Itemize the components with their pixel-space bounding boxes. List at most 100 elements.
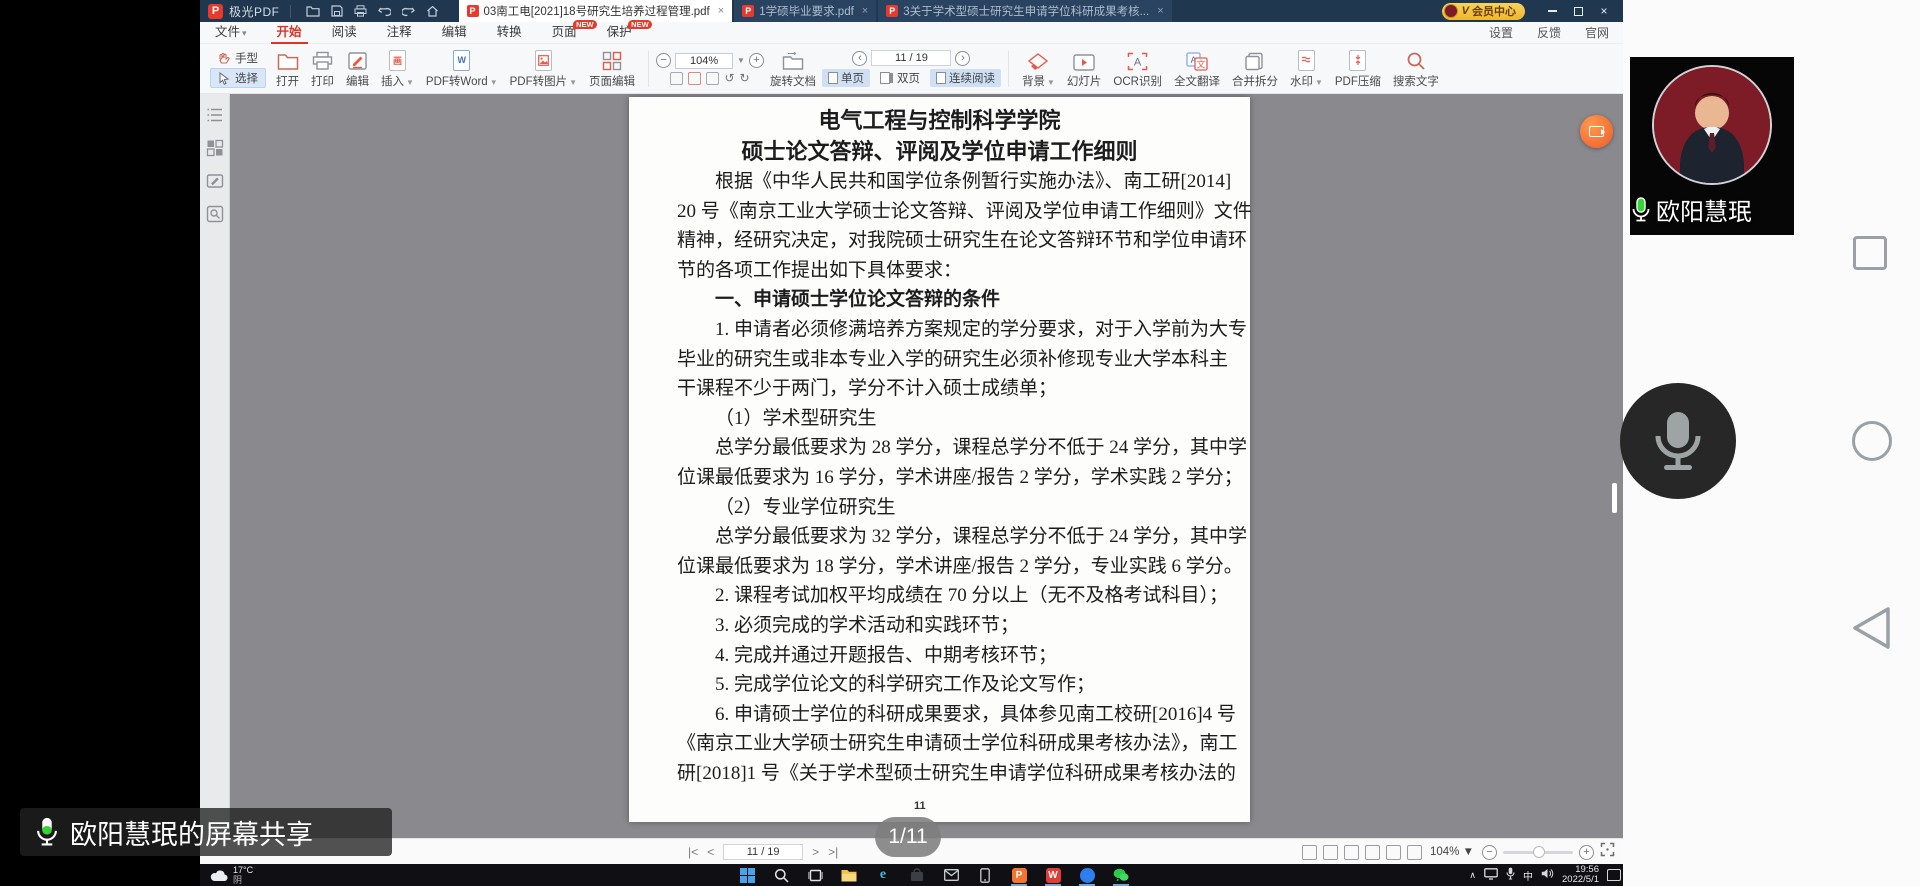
vip-member-button[interactable]: V 会员中心 — [1442, 3, 1525, 20]
tab-close-icon[interactable]: × — [862, 5, 868, 17]
continuous-view-icon[interactable] — [1365, 845, 1380, 860]
search-panel-icon[interactable] — [206, 205, 224, 223]
store-icon[interactable] — [905, 865, 929, 885]
taskbar-weather[interactable]: 17°C阴 — [210, 865, 253, 885]
ocr-button[interactable]: A OCR识别 — [1107, 47, 1168, 91]
menu-right-link[interactable]: 官网 — [1585, 24, 1609, 41]
continuous-view-button[interactable]: 连续阅读 — [930, 69, 1001, 87]
pdf-to-image-button[interactable]: PDF转图片▼ — [504, 47, 583, 91]
rotate-right-icon[interactable]: ↻ — [740, 72, 750, 84]
display-icon[interactable] — [1484, 868, 1498, 883]
participant-video-tile[interactable]: 欧阳慧珉 — [1630, 57, 1794, 235]
save-icon[interactable] — [325, 2, 349, 20]
tab-close-icon[interactable]: × — [1157, 5, 1163, 17]
previous-page-button[interactable]: < — [707, 845, 714, 859]
menu-item[interactable]: 注释 — [381, 22, 418, 44]
fit-width-icon[interactable] — [1344, 845, 1359, 860]
watermark-button[interactable]: 水印▼ — [1284, 47, 1329, 91]
wechat-icon[interactable] — [1109, 865, 1133, 885]
single-page-icon[interactable] — [1386, 845, 1401, 860]
slideshow-button[interactable]: 幻灯片 — [1061, 47, 1108, 91]
print-button[interactable]: 打印 — [305, 47, 340, 91]
actual-size-icon[interactable] — [670, 72, 683, 85]
open-button[interactable]: 打开 — [270, 47, 305, 91]
edge-browser-icon[interactable]: e — [871, 865, 895, 885]
search-icon[interactable] — [769, 865, 793, 885]
pdf-app-icon[interactable]: P — [1007, 865, 1031, 885]
menu-item[interactable]: 文件▾ — [209, 22, 253, 44]
document-tab[interactable]: P 3关于学术型硕士研究生申请学位科研成果考核... × — [878, 0, 1171, 22]
taskbar-clock[interactable]: 19:56 2022/5/1 — [1562, 865, 1599, 886]
task-view-icon[interactable] — [803, 865, 827, 885]
edit-button[interactable]: 编辑 — [340, 47, 375, 91]
menu-item[interactable]: 保护 NEW — [601, 22, 638, 44]
zoom-out-button[interactable]: − — [1482, 845, 1497, 860]
zoom-level-label[interactable]: 104% ▼ — [1430, 846, 1474, 858]
open-file-icon[interactable] — [301, 2, 325, 20]
single-page-button[interactable]: 单页 — [822, 69, 870, 87]
page-edit-button[interactable]: 页面编辑 — [583, 47, 641, 91]
merge-split-button[interactable]: 合并拆分 — [1226, 47, 1284, 91]
redo-icon[interactable] — [397, 2, 421, 20]
page-indicator-bubble[interactable]: 1/11 — [875, 817, 941, 857]
input-method-indicator[interactable]: 中 — [1523, 868, 1533, 883]
rotate-left-icon[interactable]: ↺ — [724, 72, 734, 84]
first-page-button[interactable]: |< — [688, 845, 698, 859]
phone-link-icon[interactable] — [973, 865, 997, 885]
next-page-button[interactable]: > — [812, 845, 819, 859]
thumbnails-panel-icon[interactable] — [206, 139, 224, 157]
recent-apps-button[interactable] — [1853, 236, 1887, 270]
close-button[interactable]: × — [1591, 0, 1617, 22]
next-page-button[interactable]: › — [955, 51, 970, 66]
mic-tray-icon[interactable] — [1506, 867, 1515, 883]
notification-center-icon[interactable] — [1607, 869, 1621, 881]
document-tab[interactable]: P 1学硕毕业要求.pdf × — [734, 0, 876, 22]
fit-page-icon[interactable] — [1323, 845, 1338, 860]
scrollbar-thumb[interactable] — [1612, 483, 1617, 513]
last-page-button[interactable]: >| — [828, 845, 838, 859]
actual-size-icon[interactable] — [1302, 845, 1317, 860]
zoom-in-button[interactable]: + — [1579, 845, 1594, 860]
zoom-slider[interactable] — [1503, 851, 1573, 854]
tab-close-icon[interactable]: × — [718, 5, 724, 17]
mail-icon[interactable] — [939, 865, 963, 885]
search-text-button[interactable]: 搜索文字 — [1387, 47, 1445, 91]
chevron-down-icon[interactable]: ▼ — [737, 56, 745, 65]
volume-icon[interactable] — [1541, 868, 1554, 882]
menu-item[interactable]: 开始 — [271, 22, 308, 44]
maximize-button[interactable] — [1565, 0, 1591, 22]
hidden-icons-chevron[interactable]: ∧ — [1469, 870, 1476, 881]
menu-item[interactable]: 页面 NEW — [546, 22, 583, 44]
hand-tool-button[interactable]: 手型 — [210, 49, 266, 67]
wps-icon[interactable]: W — [1041, 865, 1065, 885]
zoom-slider-knob[interactable] — [1533, 846, 1545, 858]
menu-item[interactable]: 转换 — [491, 22, 528, 44]
menu-item[interactable]: 编辑 — [436, 22, 473, 44]
document-tab[interactable]: P 03南工电[2021]18号研究生培养过程管理.pdf × — [459, 0, 733, 22]
menu-right-link[interactable]: 设置 — [1489, 24, 1513, 41]
menu-right-link[interactable]: 反馈 — [1537, 24, 1561, 41]
home-icon[interactable] — [421, 2, 445, 20]
insert-button[interactable]: 画 插入▼ — [375, 47, 420, 91]
home-button[interactable] — [1852, 421, 1892, 461]
app-blue-icon[interactable] — [1075, 865, 1099, 885]
pdf-to-word-button[interactable]: W PDF转Word▼ — [420, 47, 504, 91]
zoom-out-button[interactable]: − — [656, 53, 671, 68]
annotations-panel-icon[interactable] — [206, 172, 224, 190]
background-button[interactable]: 背景▼ — [1016, 47, 1061, 91]
outline-panel-icon[interactable] — [206, 106, 224, 124]
float-promo-button[interactable] — [1580, 115, 1613, 148]
print-icon[interactable] — [349, 2, 373, 20]
two-page-icon[interactable] — [1407, 845, 1422, 860]
two-page-button[interactable]: 双页 — [874, 69, 926, 87]
undo-icon[interactable] — [373, 2, 397, 20]
microphone-toggle-button[interactable] — [1620, 383, 1736, 499]
menu-item[interactable]: 阅读 — [326, 22, 363, 44]
fullscreen-icon[interactable] — [1600, 842, 1615, 862]
start-button[interactable] — [735, 865, 759, 885]
compress-button[interactable]: PDF压缩 — [1329, 47, 1387, 91]
fit-page-icon[interactable] — [688, 72, 701, 85]
zoom-in-button[interactable]: + — [749, 53, 764, 68]
zoom-level-field[interactable] — [675, 53, 733, 69]
file-explorer-icon[interactable] — [837, 865, 861, 885]
